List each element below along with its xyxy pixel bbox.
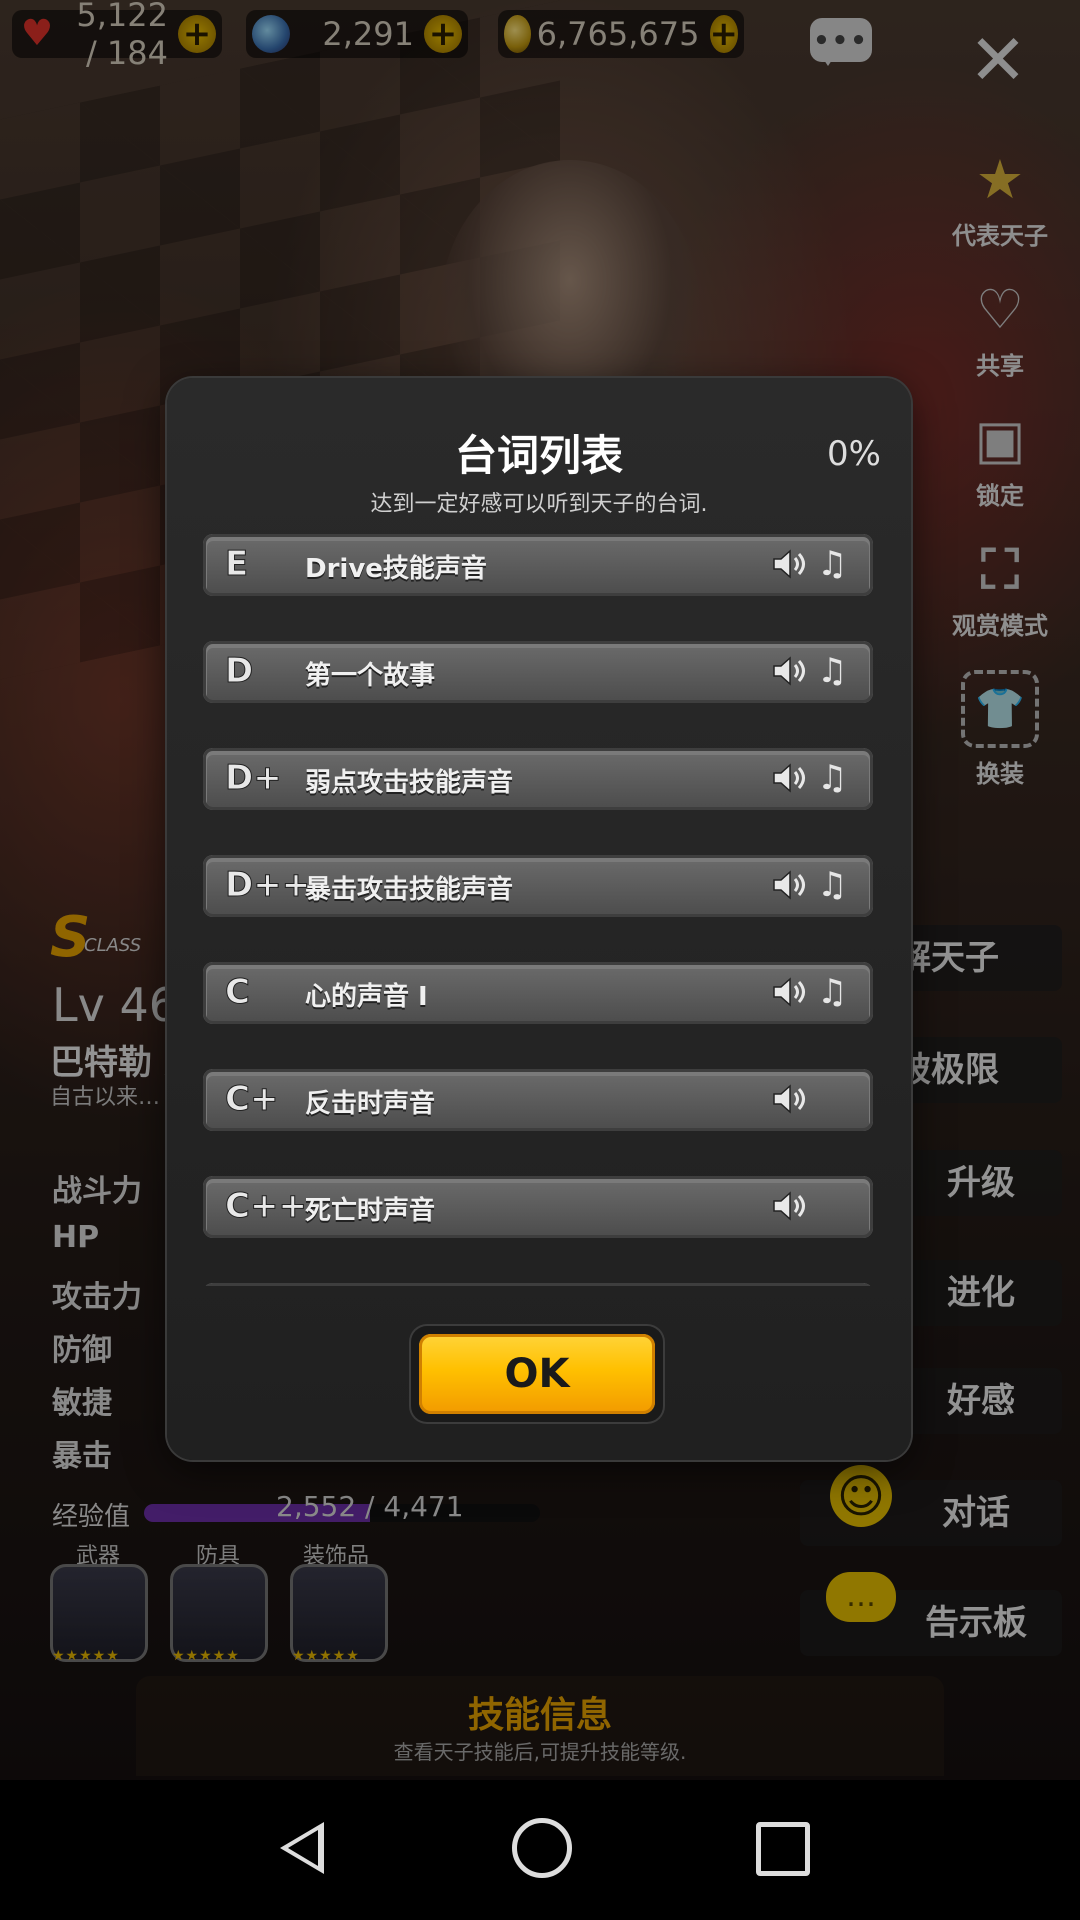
speaker-icon[interactable] [771,653,807,689]
grade-label: D++ [224,865,311,906]
voice-line-row[interactable]: C++ 死亡时声音 [203,1176,873,1238]
back-icon[interactable] [280,1822,324,1874]
dialog-title: 台词列表 [454,431,623,480]
music-note-icon[interactable]: ♫ [817,544,847,584]
home-icon[interactable] [512,1818,572,1878]
music-note-icon[interactable]: ♫ [817,758,847,798]
grade-label: C++ [225,1186,308,1227]
grade-label: C [225,972,251,1013]
grade-label: E [224,544,249,585]
voice-line-label: 弱点攻击技能声音 [305,768,514,798]
voice-line-list[interactable]: E Drive技能声音 ♫ D 第一个故事 ♫ D+ 弱点攻击技能声音 ♫ D++ 暴击攻击技能声音… [203,534,875,1286]
voice-line-row[interactable]: D 第一个故事 ♫ [203,641,873,703]
voice-line-label: 暴击攻击技能声音 [305,875,514,905]
voice-line-row[interactable]: B第二个故事♫ [203,1283,873,1286]
voice-line-label: Drive技能声音 [305,554,487,584]
completion-percent: 0% [827,434,881,474]
voice-line-row[interactable]: D++ 暴击攻击技能声音 ♫ [203,855,873,917]
speaker-icon[interactable] [771,1188,807,1224]
speaker-icon[interactable] [771,974,807,1010]
voice-line-row[interactable]: E Drive技能声音 ♫ [203,534,873,596]
system-navigation-bar [0,1780,1080,1920]
music-note-icon[interactable]: ♫ [817,972,847,1012]
music-note-icon[interactable]: ♫ [817,651,847,691]
voice-line-label: 死亡时声音 [305,1196,436,1226]
speaker-icon[interactable] [771,546,807,582]
ok-button[interactable]: OK [419,1334,655,1414]
grade-label: C+ [224,1079,279,1120]
speaker-icon[interactable] [771,1081,807,1117]
recent-apps-icon[interactable] [756,1822,810,1876]
voice-line-row[interactable]: C 心的声音 I ♫ [203,962,873,1024]
dialog-subtitle: 达到一定好感可以听到天子的台词. [370,492,708,517]
voice-line-label: 反击时声音 [305,1089,436,1119]
speaker-icon[interactable] [771,760,807,796]
voice-line-label: 第一个故事 [305,661,436,691]
ok-button-frame: OK [411,1326,663,1422]
voice-list-dialog: 台词列表 0% 达到一定好感可以听到天子的台词. E Drive技能声音 ♫ D 第一个… [167,378,911,1460]
voice-line-row[interactable]: D+ 弱点攻击技能声音 ♫ [203,748,873,810]
voice-line-label: 心的声音 I [305,982,428,1012]
grade-label: D+ [225,758,283,799]
voice-line-row[interactable]: C+ 反击时声音 [203,1069,873,1131]
music-note-icon[interactable]: ♫ [817,865,847,905]
speaker-icon[interactable] [771,867,807,903]
grade-label: D [224,651,254,692]
